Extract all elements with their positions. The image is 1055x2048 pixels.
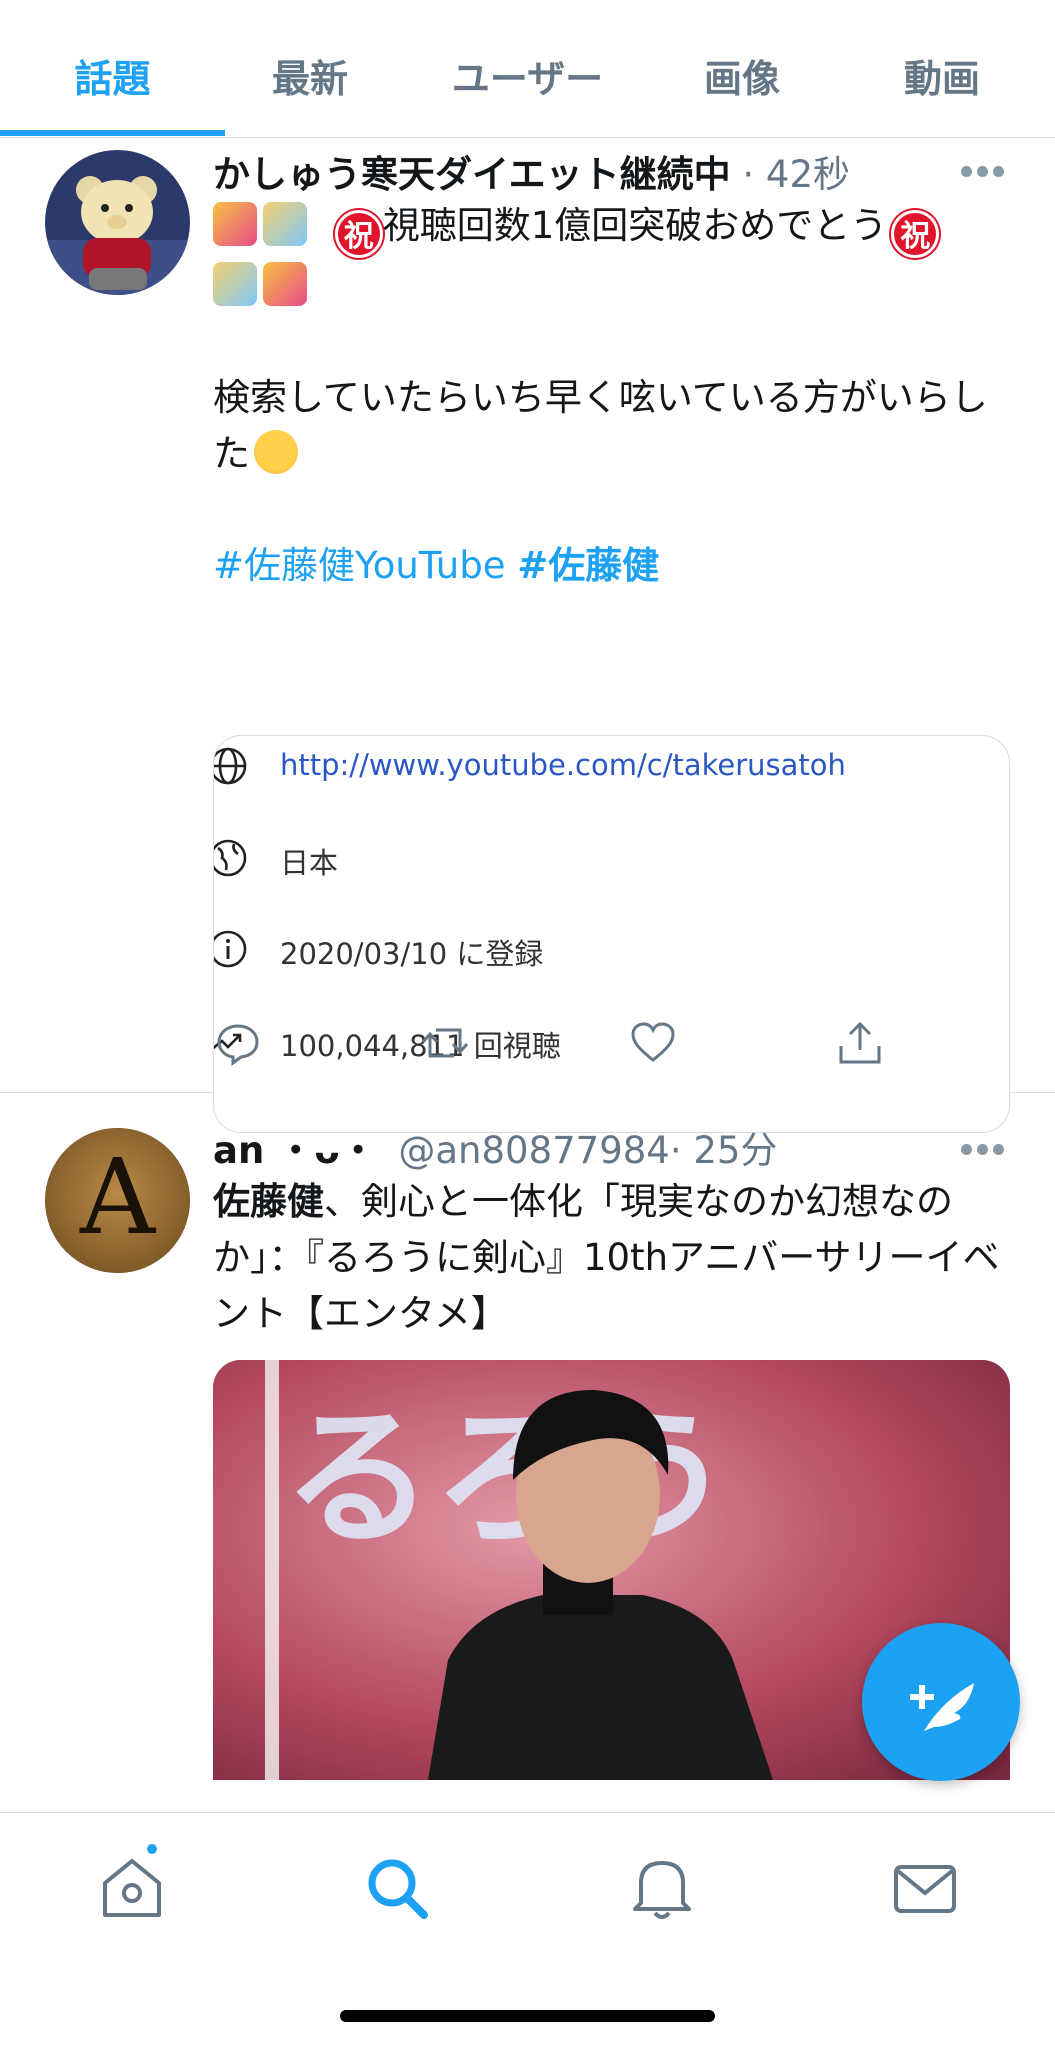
display-name[interactable]: かしゅう寒天ダイエット継続中	[213, 153, 731, 196]
earth-icon	[214, 839, 247, 877]
globe-icon	[214, 747, 247, 785]
tweet-header: かしゅう寒天ダイエット継続中 · 42秒	[213, 144, 850, 198]
tweet-text: 佐藤健、剣心と一体化「現実なのか幻想なのか」：『るろうに剣心』10thアニバーサ…	[213, 1174, 1013, 1342]
more-options-icon[interactable]	[961, 1144, 1005, 1156]
confetti-ball-emoji	[263, 202, 307, 246]
hashtag-link[interactable]: #佐藤健YouTube	[213, 544, 505, 587]
card-registered-date: 2020/03/10 に登録	[280, 937, 544, 971]
media-background-text: るろう	[283, 1392, 733, 1566]
home-indicator-bar[interactable]	[340, 2010, 715, 2022]
card-url[interactable]: http://www.youtube.com/c/takerusatoh	[280, 748, 846, 782]
tweet-text-body: 、剣心と一体化「現実なのか幻想なのか」：『るろうに剣心』10thアニバーサリーイ…	[213, 1180, 1000, 1335]
bell-icon[interactable]	[627, 1853, 697, 1923]
party-popper-emoji	[263, 262, 307, 306]
timestamp: · 42秒	[742, 153, 851, 196]
home-icon[interactable]	[97, 1853, 167, 1923]
card-url-row[interactable]: http://www.youtube.com/c/takerusatoh	[214, 736, 1009, 796]
party-popper-emoji	[213, 202, 257, 246]
compose-tweet-button[interactable]	[862, 1623, 1020, 1781]
smiling-face-with-hearts-emoji	[254, 430, 298, 474]
notification-dot	[145, 1842, 159, 1856]
card-country-row: 日本	[214, 828, 1009, 888]
more-options-icon[interactable]	[961, 166, 1005, 178]
active-tab-indicator	[0, 130, 225, 136]
search-icon[interactable]	[362, 1853, 432, 1923]
hashtag-link[interactable]: #佐藤健	[517, 544, 659, 587]
avatar[interactable]: A	[45, 1128, 190, 1273]
link-card[interactable]: http://www.youtube.com/c/takerusatoh 日本 …	[213, 735, 1010, 1133]
timestamp: · 25分	[669, 1129, 778, 1172]
tweet-header: an ・ᴗ・ @an80877984· 25分	[213, 1120, 777, 1174]
search-tabs: 話題 最新 ユーザー 画像 動画	[0, 0, 1055, 138]
avatar-letter: A	[79, 1136, 156, 1258]
iwai-emoji: 祝	[334, 210, 383, 258]
tweet-text: 祝視聴回数1億回突破おめでとう祝 検索していたらいち早く呟いている方がいらした …	[213, 198, 1013, 594]
tweet-actions	[213, 1018, 1013, 1068]
card-registered-row: 2020/03/10 に登録	[214, 919, 1009, 979]
compose-feather-icon	[910, 1683, 974, 1731]
tweet-text-line2: 検索していたらいち早く呟いている方がいらした	[213, 376, 988, 475]
card-country: 日本	[280, 846, 339, 880]
info-icon	[214, 930, 247, 968]
tab-latest[interactable]: 最新	[240, 48, 380, 103]
tab-videos[interactable]: 動画	[872, 48, 1012, 103]
display-name[interactable]: an ・ᴗ・	[213, 1129, 377, 1172]
confetti-ball-emoji	[213, 262, 257, 306]
tab-topics[interactable]: 話題	[45, 48, 180, 103]
avatar[interactable]	[45, 150, 190, 295]
mail-icon[interactable]	[890, 1853, 960, 1923]
tweet-text-line1: 視聴回数1億回突破おめでとう	[382, 204, 888, 247]
highlighted-term: 佐藤健	[213, 1180, 324, 1223]
iwai-emoji: 祝	[891, 210, 940, 258]
like-icon[interactable]	[628, 1018, 678, 1068]
tweet[interactable]: かしゅう寒天ダイエット継続中 · 42秒 祝視聴回数1億回突破おめでとう祝 検索…	[0, 138, 1055, 1133]
tab-images[interactable]: 画像	[672, 48, 812, 103]
tab-users[interactable]: ユーザー	[425, 48, 630, 103]
share-icon[interactable]	[835, 1018, 885, 1068]
user-handle[interactable]: @an80877984	[398, 1129, 669, 1172]
retweet-icon[interactable]	[420, 1018, 470, 1068]
reply-icon[interactable]	[213, 1018, 263, 1068]
